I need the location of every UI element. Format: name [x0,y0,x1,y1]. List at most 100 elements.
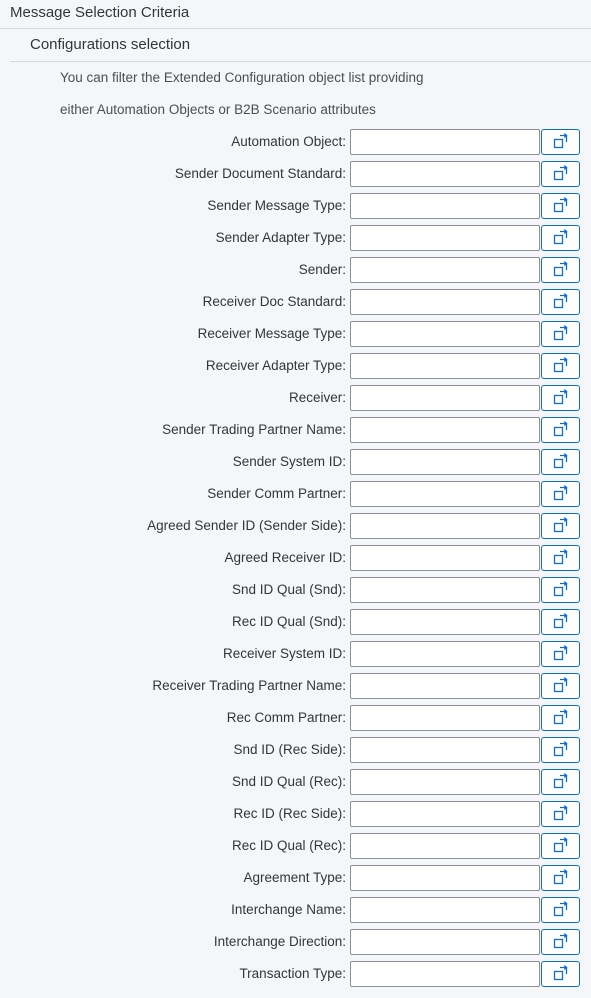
value-help-button[interactable] [541,545,580,571]
value-help-icon [553,677,568,693]
form-row: Receiver Message Type: [0,321,591,347]
value-help-button[interactable] [541,417,580,443]
value-help-icon [553,485,568,501]
value-help-button[interactable] [541,641,580,667]
value-help-button[interactable] [541,225,580,251]
criteria-input[interactable] [350,897,540,923]
value-help-icon [553,133,568,149]
field-label: Rec Comm Partner: [226,710,346,725]
form-row: Sender System ID: [0,449,591,475]
criteria-input[interactable] [350,289,540,315]
value-help-button[interactable] [541,833,580,859]
criteria-input[interactable] [350,225,540,251]
criteria-input[interactable] [350,129,540,155]
value-help-icon [553,901,568,917]
field-label: Sender Comm Partner: [207,486,346,501]
field-label: Sender Document Standard: [174,166,346,181]
value-help-icon [553,549,568,565]
criteria-input[interactable] [350,609,540,635]
value-help-icon [553,325,568,341]
value-help-button[interactable] [541,929,580,955]
form-row: Receiver Adapter Type: [0,353,591,379]
form-row: Snd ID Qual (Rec): [0,769,591,795]
field-label: Rec ID Qual (Rec): [231,838,346,853]
field-label: Transaction Type: [239,966,346,981]
field-label: Rec ID (Rec Side): [233,806,346,821]
form-row: Rec ID Qual (Rec): [0,833,591,859]
value-help-icon [553,645,568,661]
form-row: Agreement Type: [0,865,591,891]
field-label: Sender Adapter Type: [215,230,346,245]
form-row: Receiver Trading Partner Name: [0,673,591,699]
value-help-button[interactable] [541,897,580,923]
value-help-icon [553,293,568,309]
form-row: Sender Trading Partner Name: [0,417,591,443]
form-row: Sender Document Standard: [0,161,591,187]
field-label: Sender Trading Partner Name: [162,422,346,437]
form-row: Sender Message Type: [0,193,591,219]
criteria-input[interactable] [350,833,540,859]
value-help-button[interactable] [541,481,580,507]
value-help-icon [553,357,568,373]
criteria-input[interactable] [350,321,540,347]
value-help-button[interactable] [541,385,580,411]
criteria-input[interactable] [350,737,540,763]
criteria-input[interactable] [350,257,540,283]
value-help-button[interactable] [541,289,580,315]
section-header: Message Selection Criteria [0,0,591,29]
field-label: Sender Message Type: [207,198,346,213]
value-help-button[interactable] [541,449,580,475]
value-help-icon [553,261,568,277]
form-row: Interchange Name: [0,897,591,923]
value-help-icon [553,421,568,437]
criteria-input[interactable] [350,481,540,507]
value-help-button[interactable] [541,129,580,155]
criteria-input[interactable] [350,161,540,187]
form-row: Sender: [0,257,591,283]
value-help-button[interactable] [541,705,580,731]
criteria-input[interactable] [350,961,540,987]
value-help-button[interactable] [541,161,580,187]
criteria-input[interactable] [350,865,540,891]
criteria-input[interactable] [350,385,540,411]
info-text-line-2: either Automation Objects or B2B Scenari… [60,102,376,117]
value-help-button[interactable] [541,673,580,699]
criteria-input[interactable] [350,545,540,571]
value-help-button[interactable] [541,961,580,987]
criteria-input[interactable] [350,193,540,219]
value-help-button[interactable] [541,801,580,827]
field-label: Receiver Message Type: [197,326,346,341]
criteria-input[interactable] [350,801,540,827]
value-help-button[interactable] [541,353,580,379]
value-help-icon [553,229,568,245]
criteria-input[interactable] [350,353,540,379]
value-help-button[interactable] [541,193,580,219]
value-help-button[interactable] [541,865,580,891]
criteria-input[interactable] [350,641,540,667]
criteria-input[interactable] [350,673,540,699]
value-help-button[interactable] [541,257,580,283]
field-label: Receiver: [288,390,346,405]
criteria-input[interactable] [350,449,540,475]
value-help-icon [553,197,568,213]
value-help-button[interactable] [541,769,580,795]
value-help-icon [553,933,568,949]
value-help-button[interactable] [541,609,580,635]
field-label: Automation Object: [231,134,346,149]
value-help-button[interactable] [541,577,580,603]
criteria-input[interactable] [350,577,540,603]
value-help-button[interactable] [541,737,580,763]
criteria-input[interactable] [350,769,540,795]
field-label: Snd ID Qual (Rec): [231,774,346,789]
criteria-input[interactable] [350,705,540,731]
form-row: Snd ID Qual (Snd): [0,577,591,603]
field-label: Sender System ID: [232,454,346,469]
criteria-input[interactable] [350,513,540,539]
value-help-button[interactable] [541,321,580,347]
field-label: Interchange Direction: [213,934,346,949]
value-help-button[interactable] [541,513,580,539]
field-label: Snd ID (Rec Side): [233,742,346,757]
criteria-input[interactable] [350,417,540,443]
form-row: Receiver: [0,385,591,411]
criteria-input[interactable] [350,929,540,955]
